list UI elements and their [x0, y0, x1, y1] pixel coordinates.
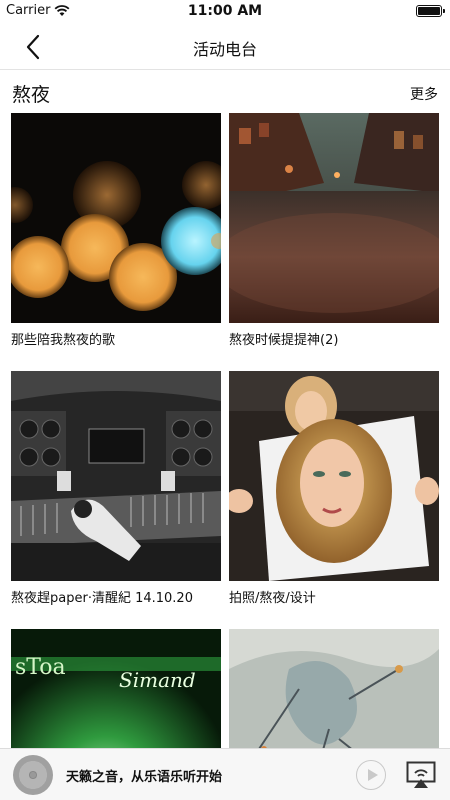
page-title: 活动电台 [192, 40, 257, 59]
playlist-card[interactable]: 那些陪我熬夜的歌 [11, 113, 221, 348]
playlist-title: 熬夜时候提提神(2) [229, 333, 339, 348]
section-title: 熬夜 [12, 84, 51, 106]
playlist-cover-image[interactable] [229, 371, 439, 581]
airplay-icon[interactable] [406, 761, 436, 789]
playlist-card[interactable]: 拍照/熬夜/设计 [229, 371, 439, 606]
playlist-cover-image[interactable] [11, 113, 221, 323]
playlist-title: 拍照/熬夜/设计 [229, 591, 316, 606]
playlist-card[interactable]: 熬夜时候提提神(2) [229, 113, 439, 348]
playlist-cover-image[interactable] [229, 113, 439, 323]
nav-bar: 活动电台 [0, 22, 450, 70]
battery-icon [416, 5, 445, 17]
player-now-playing-text: 天籁之音，从乐语乐听开始 [66, 770, 223, 785]
playlist-title: 那些陪我熬夜的歌 [11, 333, 116, 348]
play-button[interactable] [356, 760, 386, 790]
album-art-text: sToa [15, 655, 66, 680]
playlist-card[interactable]: 熬夜趕paper·清醒紀 14.10.20 [11, 371, 221, 606]
playlist-title: 熬夜趕paper·清醒紀 14.10.20 [11, 591, 193, 606]
album-disc-icon[interactable] [13, 755, 53, 795]
album-art-text: Simand [119, 668, 196, 692]
playlist-cover-image[interactable] [11, 371, 221, 581]
mini-player[interactable]: 天籁之音，从乐语乐听开始 [0, 748, 450, 800]
status-bar: Carrier 11:00 AM [0, 0, 450, 22]
status-time: 11:00 AM [187, 3, 263, 19]
section-header: 熬夜 更多 [0, 70, 450, 112]
more-button[interactable]: 更多 [410, 84, 438, 104]
